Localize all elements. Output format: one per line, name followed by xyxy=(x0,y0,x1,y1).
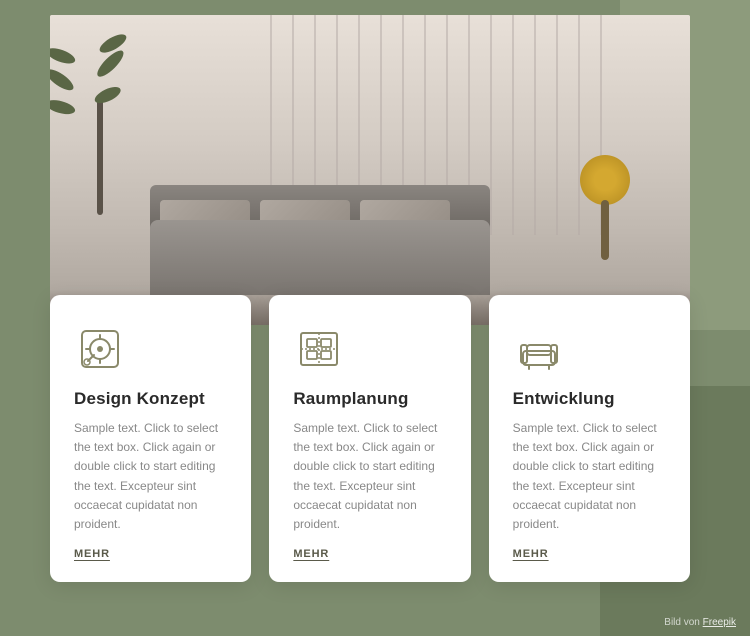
sofa xyxy=(130,175,510,295)
design-concept-icon xyxy=(74,323,126,375)
attribution: Bild von Freepik xyxy=(664,617,736,628)
attribution-prefix: Bild von xyxy=(664,617,700,628)
room-planning-icon xyxy=(293,323,345,375)
card-raumplanung: Raumplanung Sample text. Click to select… xyxy=(269,295,470,582)
plant xyxy=(70,35,130,215)
page-wrapper: Design Konzept Sample text. Click to sel… xyxy=(0,0,750,636)
card-raumplanung-title: Raumplanung xyxy=(293,389,446,409)
card-entwicklung: Entwicklung Sample text. Click to select… xyxy=(489,295,690,582)
card-entwicklung-link[interactable]: MEHR xyxy=(513,548,666,560)
attribution-link[interactable]: Freepik xyxy=(703,617,736,628)
card-design-konzept-link[interactable]: MEHR xyxy=(74,548,227,560)
lamp xyxy=(580,155,630,285)
card-design-konzept-text: Sample text. Click to select the text bo… xyxy=(74,419,227,534)
card-entwicklung-title: Entwicklung xyxy=(513,389,666,409)
card-design-konzept-title: Design Konzept xyxy=(74,389,227,409)
card-entwicklung-text: Sample text. Click to select the text bo… xyxy=(513,419,666,534)
card-design-konzept: Design Konzept Sample text. Click to sel… xyxy=(50,295,251,582)
hero-image xyxy=(50,15,690,325)
cards-section: Design Konzept Sample text. Click to sel… xyxy=(50,295,690,582)
development-icon xyxy=(513,323,565,375)
card-raumplanung-link[interactable]: MEHR xyxy=(293,548,446,560)
card-raumplanung-text: Sample text. Click to select the text bo… xyxy=(293,419,446,534)
hero-img-placeholder xyxy=(50,15,690,325)
